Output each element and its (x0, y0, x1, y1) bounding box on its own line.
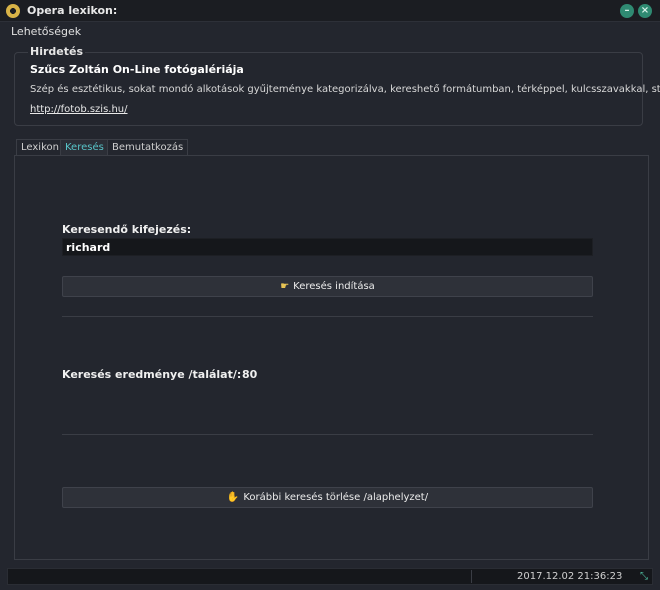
status-datetime: 2017.12.02 21:36:23 (517, 571, 623, 582)
start-search-button[interactable]: ☛ Keresés indítása (62, 276, 593, 297)
search-label: Keresendő kifejezés: (62, 223, 192, 236)
reset-search-label: Korábbi keresés törlése /alaphelyzet/ (243, 492, 429, 503)
result-label: Keresés eredménye /találat/: (62, 368, 242, 381)
tab-bemutatkozas[interactable]: Bemutatkozás (107, 139, 189, 155)
status-divider (471, 570, 472, 583)
ad-link[interactable]: http://fotob.szis.hu/ (30, 104, 128, 115)
tab-kereses[interactable]: Keresés (60, 139, 109, 155)
menu-options[interactable]: Lehetőségek (11, 25, 81, 38)
start-search-label: Keresés indítása (293, 281, 375, 292)
search-input[interactable] (62, 238, 593, 256)
tab-lexikon[interactable]: Lexikon (16, 139, 64, 155)
pointing-hand-icon: ☛ (280, 281, 290, 292)
ad-title: Szűcs Zoltán On-Line fotógalériája (30, 63, 244, 76)
minimize-button[interactable]: – (620, 4, 634, 18)
app-logo-icon (6, 4, 20, 18)
reset-search-button[interactable]: ✋ Korábbi keresés törlése /alaphelyzet/ (62, 487, 593, 508)
separator (62, 316, 593, 317)
hand-icon: ✋ (226, 492, 240, 503)
window-title: Opera lexikon: (27, 4, 118, 17)
ad-legend: Hirdetés (28, 45, 86, 58)
ad-description: Szép és esztétikus, sokat mondó alkotáso… (30, 84, 660, 95)
close-button[interactable]: × (638, 4, 652, 18)
separator (62, 434, 593, 435)
resize-icon[interactable]: ⤡ (640, 571, 648, 582)
result-count: 80 (242, 368, 258, 381)
